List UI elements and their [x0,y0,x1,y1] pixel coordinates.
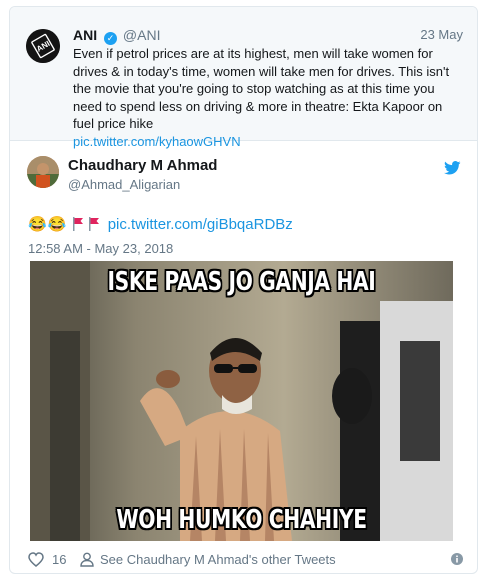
meme-bottom-caption: WOH HUMKO CHAHIYE [116,505,367,535]
quoted-tweet[interactable]: ANI ANI ✓ @ANI 23 May Even if petrol pri… [10,7,477,149]
main-tweet-link[interactable]: pic.twitter.com/giBbqaRDBz [108,216,293,233]
embedded-tweet-card: ANI ANI ✓ @ANI 23 May Even if petrol pri… [9,6,478,574]
meme-photo [30,261,453,541]
quoted-tweet-date[interactable]: 23 May [420,27,463,42]
other-tweets-link[interactable]: See Chaudhary M Ahmad's other Tweets [100,552,336,567]
tweet-footer: 16 See Chaudhary M Ahmad's other Tweets [28,551,463,571]
ani-avatar[interactable]: ANI [26,29,60,63]
author-name[interactable]: Chaudhary M Ahmad [68,157,217,174]
person-icon [80,552,94,567]
red-flag-icon [88,217,99,231]
quoted-tweet-text: Even if petrol prices are at its highest… [73,46,450,131]
meme-image[interactable]: ISKE PAAS JO GANJA HAI WOH HUMKO CHAHIYE [30,261,453,541]
heart-icon[interactable] [28,552,44,567]
quoted-author-name[interactable]: ANI [73,27,97,43]
meme-top-caption: ISKE PAAS JO GANJA HAI [107,267,376,297]
tweet-timestamp[interactable]: 12:58 AM - May 23, 2018 [28,241,173,256]
main-tweet-header: Chaudhary M Ahmad @Ahmad_Aligarian [10,141,477,203]
quoted-tweet-header: ANI ✓ @ANI 23 May [73,27,463,45]
twitter-bird-icon[interactable] [444,161,461,175]
laughing-emoji: 😂 [47,216,67,233]
verified-check-icon: ✓ [104,32,118,45]
laughing-emoji: 😂 [28,216,47,233]
quoted-tweet-body: Even if petrol prices are at its highest… [73,45,465,150]
info-icon[interactable] [451,553,463,565]
quoted-author-handle[interactable]: @ANI [123,27,161,43]
main-tweet-text: 😂😂 pic.twitter.com/giBbqaRDBz [28,215,293,233]
author-handle[interactable]: @Ahmad_Aligarian [68,177,180,192]
like-count[interactable]: 16 [52,552,66,567]
author-avatar[interactable] [27,156,59,188]
red-flag-icon [72,217,83,231]
